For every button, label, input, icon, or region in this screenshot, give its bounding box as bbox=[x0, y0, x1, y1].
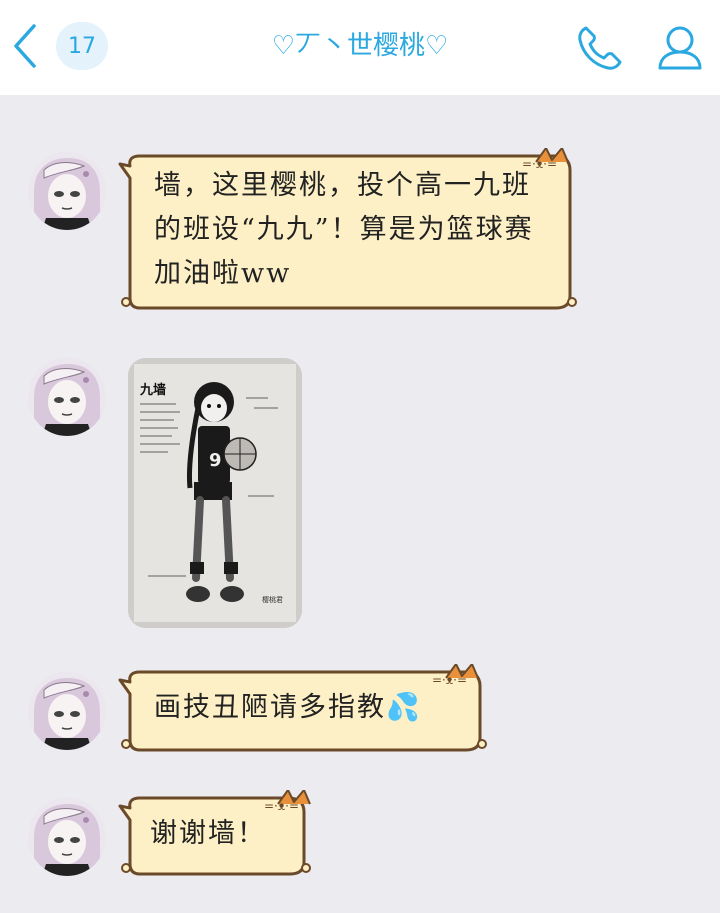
unread-count-badge[interactable]: 17 bbox=[56, 22, 108, 70]
drawing-signature: 樱桃君 bbox=[262, 595, 283, 604]
character-drawing-icon: 九墙 9 樱桃君 bbox=[128, 358, 302, 628]
image-message[interactable]: 九墙 9 樱桃君 bbox=[128, 358, 302, 628]
avatar-portrait-icon bbox=[28, 152, 106, 230]
profile-button[interactable] bbox=[652, 20, 708, 76]
avatar-portrait-icon bbox=[28, 358, 106, 436]
phone-call-button[interactable] bbox=[572, 20, 628, 76]
svg-text:=·ᴥ·=: =·ᴥ·= bbox=[432, 673, 467, 687]
message-text: 画技丑陋请多指教💦 bbox=[154, 692, 422, 723]
message-bubble[interactable]: =·ᴥ·= 墙，这里樱桃，投个高一九班的班设“九九”！算是为篮球赛加油啦ww bbox=[118, 148, 580, 316]
avatar-portrait-icon bbox=[28, 672, 106, 750]
message-bubble[interactable]: =·ᴥ·= 画技丑陋请多指教💦 bbox=[118, 664, 490, 758]
drawing-heading: 九墙 bbox=[139, 382, 166, 398]
message-bubble[interactable]: =·ᴥ·= 谢谢墙！ bbox=[118, 790, 314, 882]
svg-text:=·ᴥ·=: =·ᴥ·= bbox=[264, 799, 299, 813]
sender-avatar[interactable] bbox=[28, 358, 106, 436]
person-icon bbox=[658, 26, 702, 70]
phone-icon bbox=[578, 26, 622, 70]
sender-avatar[interactable] bbox=[28, 672, 106, 750]
jersey-number: 9 bbox=[209, 450, 222, 471]
message-text: 墙，这里樱桃，投个高一九班的班设“九九”！算是为篮球赛加油啦ww bbox=[154, 170, 534, 289]
sender-avatar[interactable] bbox=[28, 152, 106, 230]
avatar-portrait-icon bbox=[28, 798, 106, 876]
chevron-left-icon bbox=[14, 24, 36, 68]
sender-avatar[interactable] bbox=[28, 798, 106, 876]
back-button[interactable] bbox=[8, 22, 44, 70]
chat-title: ♡丆丶世樱桃♡ bbox=[271, 31, 449, 61]
message-text: 谢谢墙！ bbox=[150, 818, 266, 849]
chat-header: 17 ♡丆丶世樱桃♡ bbox=[0, 0, 720, 95]
